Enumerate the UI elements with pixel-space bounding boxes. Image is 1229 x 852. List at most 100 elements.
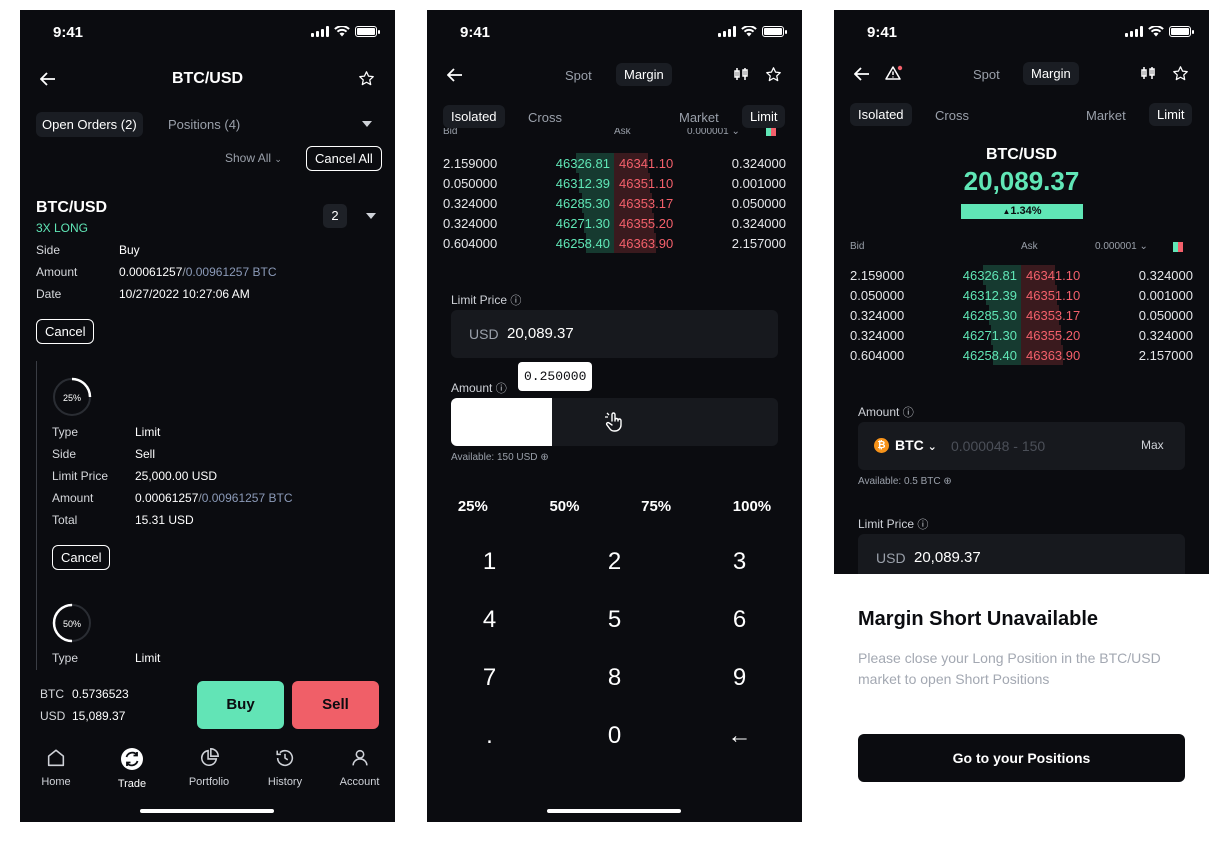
percent-100[interactable]: 100% (733, 498, 771, 515)
nav-portfolio[interactable]: Portfolio (172, 747, 246, 790)
caret-down-icon[interactable] (362, 121, 372, 127)
cancel-all-button[interactable]: Cancel All (306, 146, 382, 171)
tab-open-orders[interactable]: Open Orders (2) (36, 112, 143, 137)
warning-icon[interactable] (885, 65, 903, 81)
orderbook-row[interactable]: 2.159000 46326.81 46341.10 0.324000 (850, 265, 1193, 285)
orderbook-row[interactable]: 0.604000 46258.40 46363.90 2.157000 (850, 345, 1193, 365)
order-type-limit[interactable]: Limit (1149, 103, 1193, 126)
ticker-pair: BTC/USD (985, 146, 1058, 163)
expand-caret-icon[interactable] (366, 213, 376, 219)
key-0[interactable]: 0 (552, 722, 677, 750)
ask-amount: 2.157000 (731, 236, 786, 251)
percent-row: 25% 50% 75% 100% (427, 498, 802, 515)
order-type-market[interactable]: Market (679, 110, 719, 125)
percent-50[interactable]: 50% (549, 498, 579, 515)
bid-price: 46285.30 (555, 196, 610, 211)
orderbook-row[interactable]: 0.324000 46271.30 46355.20 0.324000 (443, 213, 786, 233)
key-backspace[interactable]: ← (677, 722, 802, 750)
key-6[interactable]: 6 (677, 606, 802, 634)
home-icon (47, 749, 65, 767)
order-type-market[interactable]: Market (1086, 108, 1126, 123)
precision-select[interactable]: 0.000001 ⌄ (1095, 241, 1148, 252)
order-type-limit[interactable]: Limit (742, 105, 786, 128)
tab-positions[interactable]: Positions (4) (168, 117, 240, 132)
orderbook-row[interactable]: 0.050000 46312.39 46351.10 0.001000 (443, 173, 786, 193)
sub1-limit-label: Limit Price (52, 469, 109, 483)
key-2[interactable]: 2 (552, 548, 677, 576)
orderbook-row[interactable]: 0.324000 46285.30 46353.17 0.050000 (850, 305, 1193, 325)
orderbook-row[interactable]: 0.604000 46258.40 46363.90 2.157000 (443, 233, 786, 253)
key-5[interactable]: 5 (552, 606, 677, 634)
mode-isolated[interactable]: Isolated (850, 103, 912, 126)
orderbook-header: Bid Ask 0.000001 ⌄ (427, 128, 802, 142)
mode-isolated[interactable]: Isolated (443, 105, 505, 128)
nav-history[interactable]: History (246, 747, 324, 790)
nav-home-label: Home (41, 776, 71, 788)
info-icon: ⓘ (510, 295, 522, 307)
svg-text:50%: 50% (63, 619, 81, 629)
sell-button[interactable]: Sell (292, 681, 379, 729)
precision-select[interactable]: 0.000001 ⌄ (687, 128, 740, 137)
amount-input[interactable]: ₿ BTC ⌄ 0.000048 - 150 Max (858, 422, 1185, 470)
trade-icon (121, 748, 143, 770)
nav-home[interactable]: Home (20, 747, 92, 790)
percent-25[interactable]: 25% (458, 498, 488, 515)
back-arrow-icon[interactable] (447, 68, 463, 82)
orderbook-layout-icon[interactable] (766, 128, 776, 136)
nav-account[interactable]: Account (324, 747, 395, 790)
sub1-side-label: Side (52, 447, 77, 461)
key-8[interactable]: 8 (552, 664, 677, 692)
signal-icon (718, 26, 736, 37)
star-icon[interactable] (765, 66, 782, 83)
orderbook-row[interactable]: 2.159000 46326.81 46341.10 0.324000 (443, 153, 786, 173)
mode-cross[interactable]: Cross (528, 110, 562, 125)
date-label: Date (36, 287, 62, 301)
limit-price-input[interactable]: USD 20,089.37 (451, 310, 778, 358)
star-icon[interactable] (1172, 65, 1189, 82)
cancel-order-button[interactable]: Cancel (36, 319, 95, 344)
go-to-positions-button[interactable]: Go to your Positions (858, 734, 1185, 782)
candlestick-icon[interactable] (733, 66, 749, 82)
back-arrow-icon[interactable] (854, 67, 870, 81)
orderbook-row[interactable]: 0.050000 46312.39 46351.10 0.001000 (850, 285, 1193, 305)
status-icons (311, 26, 380, 37)
key-4[interactable]: 4 (427, 606, 552, 634)
numeric-keypad: 1 2 3 4 5 6 7 8 9 . 0 ← (427, 548, 802, 750)
amount-slider[interactable] (451, 398, 778, 446)
screen-margin-short-unavailable: 9:41 Spot Margin Isolated Cross Market L… (834, 10, 1209, 822)
orderbook-row[interactable]: 0.324000 46271.30 46355.20 0.324000 (850, 325, 1193, 345)
sub1-cancel-button[interactable]: Cancel (52, 545, 111, 570)
home-indicator (547, 809, 681, 813)
mode-cross[interactable]: Cross (935, 108, 969, 123)
hand-pointer-icon (605, 412, 622, 432)
tab-margin[interactable]: Margin (1023, 62, 1079, 85)
orderbook-row[interactable]: 0.324000 46285.30 46353.17 0.050000 (443, 193, 786, 213)
ask-price: 46341.10 (1026, 268, 1081, 283)
tab-spot[interactable]: Spot (973, 67, 1000, 82)
show-all-dropdown[interactable]: Show All ⌄ (225, 151, 282, 165)
tab-spot[interactable]: Spot (565, 68, 592, 83)
max-button[interactable]: Max (1141, 438, 1164, 452)
key-9[interactable]: 9 (677, 664, 802, 692)
ticker-price: 20,089.37 (963, 166, 1080, 196)
buy-button[interactable]: Buy (197, 681, 284, 729)
plus-circle-icon[interactable]: ⊕ (943, 476, 951, 487)
user-icon (351, 749, 368, 766)
key-3[interactable]: 3 (677, 548, 802, 576)
percent-75[interactable]: 75% (641, 498, 671, 515)
bid-price: 46285.30 (962, 308, 1017, 323)
bid-amount: 2.159000 (443, 156, 498, 171)
candlestick-icon[interactable] (1140, 65, 1156, 81)
key-1[interactable]: 1 (427, 548, 552, 576)
plus-circle-icon[interactable]: ⊕ (540, 452, 548, 463)
sub2-type-label: Type (52, 651, 79, 665)
bid-price: 46326.81 (555, 156, 610, 171)
star-icon[interactable] (358, 70, 375, 87)
key-decimal[interactable]: . (427, 722, 552, 750)
tab-margin[interactable]: Margin (616, 63, 672, 86)
available-balance: Available: 0.5 BTC ⊕ (858, 476, 952, 487)
key-7[interactable]: 7 (427, 664, 552, 692)
nav-trade[interactable]: Trade (92, 747, 172, 790)
orderbook-layout-icon[interactable] (1173, 242, 1183, 252)
coin-selector[interactable]: BTC ⌄ (895, 437, 937, 453)
